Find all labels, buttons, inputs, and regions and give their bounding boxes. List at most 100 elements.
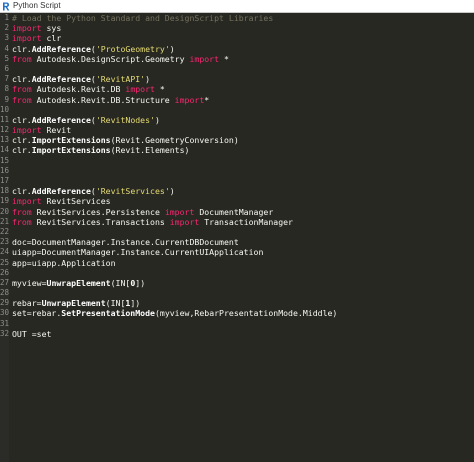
code-text: from Autodesk.Revit.DB.Structure import*	[12, 95, 209, 105]
code-token: import	[12, 33, 42, 44]
code-line[interactable]: 11 clr.AddReference('RevitNodes')	[0, 115, 474, 125]
code-line[interactable]: 2 import sys	[0, 23, 474, 33]
code-line[interactable]: 4 clr.AddReference('ProtoGeometry')	[0, 44, 474, 54]
code-token: from	[12, 84, 32, 95]
code-text: from RevitServices.Persistence import Do…	[12, 207, 273, 217]
line-number: 4	[4, 43, 9, 53]
code-token: 'RevitAPI'	[95, 74, 146, 85]
line-number: 11	[0, 114, 10, 124]
code-line[interactable]: 9 from Autodesk.Revit.DB.Structure import…	[0, 95, 474, 105]
code-line[interactable]: 5 from Autodesk.DesignScript.Geometry imp…	[0, 54, 474, 64]
code-line[interactable]: 6	[0, 64, 474, 74]
code-editor[interactable]: 1 # Load the Python Standard and DesignSc…	[0, 13, 474, 462]
code-token: clr.	[12, 145, 32, 156]
code-text: doc=DocumentManager.Instance.CurrentDBDo…	[12, 237, 239, 247]
window-title: Python Script	[13, 1, 61, 10]
code-line[interactable]: 15	[0, 156, 474, 166]
code-line[interactable]: 17	[0, 176, 474, 186]
code-text: clr.AddReference('RevitNodes')	[12, 115, 160, 125]
line-number: 27	[0, 277, 10, 287]
code-text: clr.AddReference('RevitServices')	[12, 186, 175, 196]
code-text: myview=UnwrapElement(IN[0])	[12, 278, 145, 288]
line-number: 20	[0, 206, 10, 216]
code-token: )	[169, 186, 175, 197]
code-text: # Load the Python Standard and DesignScr…	[12, 13, 273, 23]
python-script-window: Python Script 1 # Load the Python Standar…	[0, 0, 474, 462]
line-number: 22	[0, 226, 10, 236]
code-token: (IN[	[110, 277, 131, 288]
line-number: 16	[0, 165, 10, 175]
line-number: 23	[0, 237, 10, 247]
code-line[interactable]: 10	[0, 105, 474, 115]
line-number: 2	[4, 23, 9, 33]
line-number: 30	[0, 308, 10, 318]
revit-r-icon	[2, 2, 10, 11]
line-number: 15	[0, 155, 10, 165]
code-line[interactable]: 21 from RevitServices.Transactions import…	[0, 217, 474, 227]
line-number: 5	[4, 53, 9, 63]
code-line[interactable]: 1 # Load the Python Standard and DesignSc…	[0, 13, 474, 23]
line-number: 26	[0, 267, 10, 277]
line-number: 12	[0, 125, 10, 135]
code-token: clr	[41, 33, 62, 44]
code-token: SetPresentationMode	[61, 308, 155, 319]
code-text: import clr	[12, 33, 61, 43]
code-line[interactable]: 30 set=rebar.SetPresentationMode(myview,R…	[0, 308, 474, 318]
line-number: 32	[0, 328, 10, 338]
code-line[interactable]: 22	[0, 227, 474, 237]
code-lines: 1 # Load the Python Standard and DesignSc…	[0, 13, 474, 339]
code-line[interactable]: 26	[0, 268, 474, 278]
line-number: 29	[0, 298, 10, 308]
code-token: ])	[130, 298, 141, 309]
code-line[interactable]: 24 uiapp=DocumentManager.Instance.Current…	[0, 247, 474, 257]
code-token: app=uiapp.Application	[12, 257, 116, 268]
line-number: 13	[0, 135, 10, 145]
code-token: (IN[	[105, 298, 126, 309]
code-line[interactable]: 25 app=uiapp.Application	[0, 258, 474, 268]
code-token: myview=	[12, 277, 47, 288]
code-token: Autodesk.DesignScript.Geometry	[31, 53, 190, 64]
code-token: TransactionManager	[199, 216, 293, 227]
line-number: 24	[0, 247, 10, 257]
code-token: RevitServices.Persistence	[31, 206, 165, 217]
code-text: from RevitServices.Transactions import T…	[12, 217, 293, 227]
code-token: )	[145, 74, 151, 85]
line-number: 6	[4, 63, 9, 73]
code-token: 'RevitServices'	[95, 186, 170, 197]
code-text: import sys	[12, 23, 61, 33]
code-line[interactable]: 18 clr.AddReference('RevitServices')	[0, 186, 474, 196]
code-text: set=rebar.SetPresentationMode(myview,Reb…	[12, 308, 337, 318]
code-line[interactable]: 19 import RevitServices	[0, 196, 474, 206]
code-token: )	[154, 114, 160, 125]
code-token: AddReference	[31, 74, 91, 85]
code-token: doc=DocumentManager.Instance.CurrentDBDo…	[12, 237, 239, 248]
code-line[interactable]: 12 import Revit	[0, 125, 474, 135]
code-token: (Revit.Elements)	[110, 145, 190, 156]
code-line[interactable]: 7 clr.AddReference('RevitAPI')	[0, 74, 474, 84]
code-token: OUT =set	[12, 328, 52, 339]
code-token: DocumentManager	[194, 206, 274, 217]
code-line[interactable]: 27 myview=UnwrapElement(IN[0])	[0, 278, 474, 288]
code-line[interactable]: 3 import clr	[0, 33, 474, 43]
code-line[interactable]: 8 from Autodesk.Revit.DB import *	[0, 84, 474, 94]
code-line[interactable]: 16	[0, 166, 474, 176]
code-token: Autodesk.Revit.DB.Structure	[31, 94, 175, 105]
code-text: clr.AddReference('RevitAPI')	[12, 74, 150, 84]
code-token: import	[12, 125, 42, 136]
code-line[interactable]: 23 doc=DocumentManager.Instance.CurrentDB…	[0, 237, 474, 247]
code-line[interactable]: 20 from RevitServices.Persistence import …	[0, 207, 474, 217]
code-line[interactable]: 31	[0, 319, 474, 329]
code-line[interactable]: 32 OUT =set	[0, 329, 474, 339]
code-text: clr.ImportExtensions(Revit.GeometryConve…	[12, 135, 239, 145]
line-number: 31	[0, 318, 10, 328]
code-token: (myview,RebarPresentationMode.Middle)	[154, 308, 338, 319]
code-token: clr.	[12, 186, 32, 197]
code-line[interactable]: 14 clr.ImportExtensions(Revit.Elements)	[0, 145, 474, 155]
line-number: 9	[4, 94, 9, 104]
code-line[interactable]: 13 clr.ImportExtensions(Revit.GeometryCon…	[0, 135, 474, 145]
code-text: clr.ImportExtensions(Revit.Elements)	[12, 145, 189, 155]
code-text: OUT =set	[12, 329, 51, 339]
code-line[interactable]: 28	[0, 288, 474, 298]
code-line[interactable]: 29 rebar=UnwrapElement(IN[1])	[0, 298, 474, 308]
line-number: 10	[0, 104, 10, 114]
